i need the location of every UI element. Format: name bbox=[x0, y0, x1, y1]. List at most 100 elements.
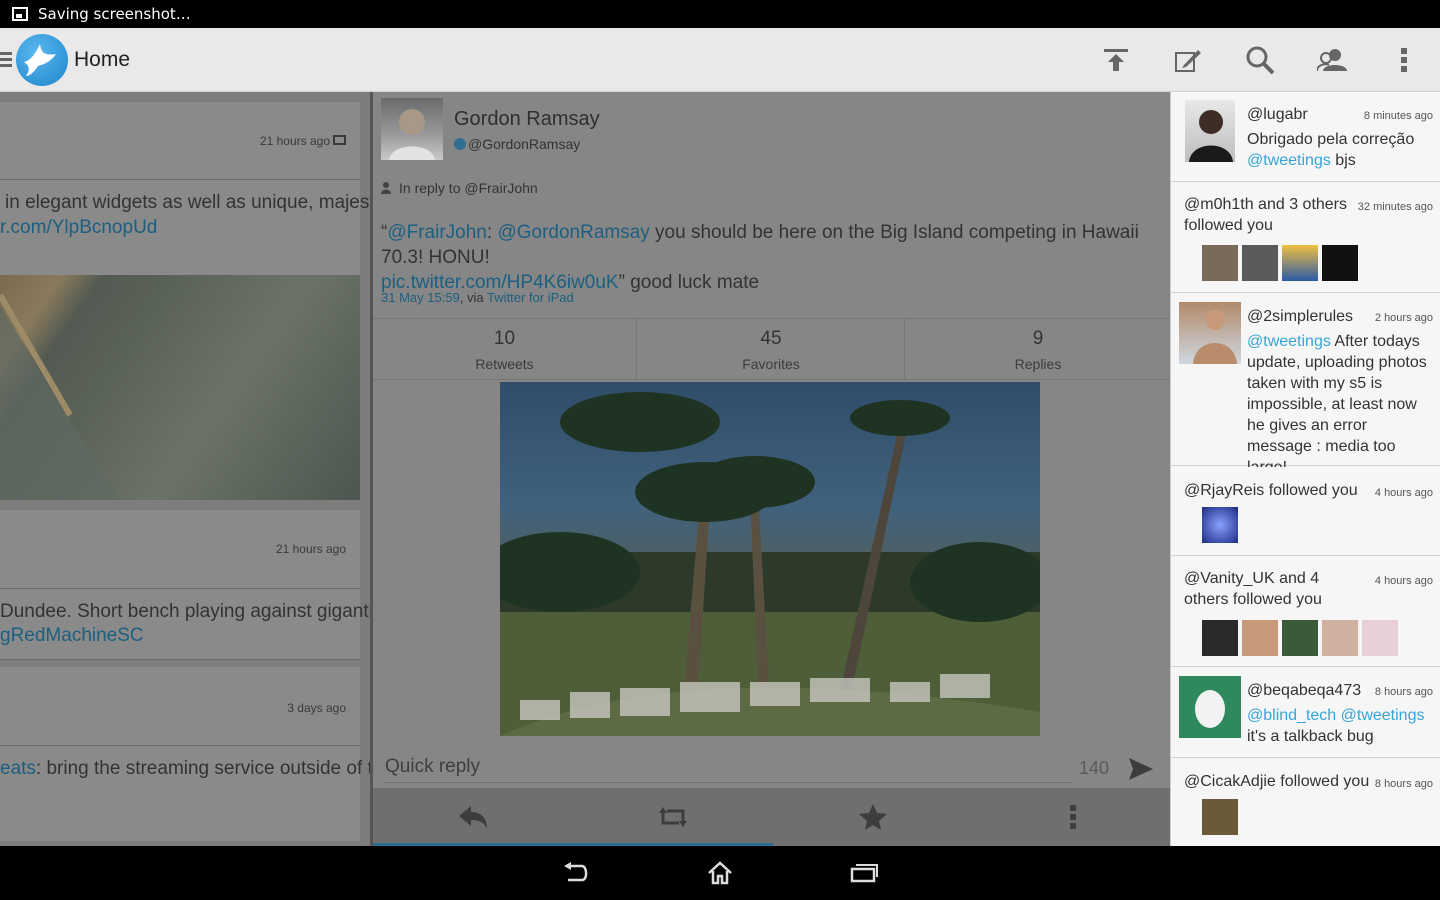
in-reply-to[interactable]: In reply to @FrairJohn bbox=[399, 180, 538, 196]
notification-user[interactable]: @lugabr bbox=[1247, 104, 1308, 125]
tweet-text: eats: bring the streaming service outsid… bbox=[0, 758, 370, 779]
follower-avatar[interactable] bbox=[1202, 799, 1238, 835]
reply-users-icon bbox=[381, 182, 391, 194]
tweet-card[interactable]: Dundee. Short bench playing against giga… bbox=[0, 589, 370, 659]
retweets-stat[interactable]: 10 Retweets bbox=[373, 318, 637, 380]
follower-avatar[interactable] bbox=[1242, 620, 1278, 656]
tweet-link[interactable]: gRedMachineSC bbox=[0, 625, 144, 647]
follower-avatar[interactable] bbox=[1202, 507, 1238, 543]
tweet-card[interactable]: 21 hours ago bbox=[0, 510, 360, 588]
retweet-button[interactable] bbox=[573, 788, 773, 846]
notification-user[interactable]: @beqabeqa473 bbox=[1247, 680, 1361, 701]
char-count: 140 bbox=[1079, 758, 1110, 778]
app-logo-icon[interactable] bbox=[16, 33, 68, 86]
mention-link[interactable]: @blind_tech @tweetings bbox=[1247, 707, 1424, 724]
reply-icon bbox=[459, 806, 487, 828]
notification-item[interactable]: @m0h1th and 3 others followed you 32 min… bbox=[1171, 183, 1440, 293]
notification-text: @tweetings After todays update, uploadin… bbox=[1247, 333, 1427, 476]
tweet-card[interactable]: in elegant widgets as well as unique, ma… bbox=[0, 180, 370, 275]
tweet-card[interactable]: 3 days ago bbox=[0, 667, 360, 745]
notification-text: @CicakAdjie followed you bbox=[1184, 773, 1370, 790]
retweet-icon bbox=[659, 807, 687, 827]
more-button[interactable] bbox=[973, 788, 1173, 846]
notification-item[interactable]: @Vanity_UK and 4 others followed you 4 h… bbox=[1171, 557, 1440, 667]
mention-link[interactable]: @GordonRamsay bbox=[497, 222, 649, 243]
follower-avatar[interactable] bbox=[1282, 245, 1318, 281]
recents-button[interactable] bbox=[836, 853, 892, 893]
user-avatar[interactable] bbox=[1185, 100, 1235, 162]
notification-item[interactable]: @beqabeqa473 8 hours ago @blind_tech @tw… bbox=[1171, 668, 1440, 758]
tweet-time: 21 hours ago bbox=[275, 542, 346, 556]
tweet-time: 3 days ago bbox=[287, 701, 346, 715]
tweet-link[interactable]: r.com/YlpBcnopUd bbox=[0, 217, 157, 239]
follower-avatar[interactable] bbox=[1362, 620, 1398, 656]
compose-icon[interactable] bbox=[1152, 28, 1224, 92]
home-icon bbox=[708, 861, 732, 885]
author-name[interactable]: Gordon Ramsay bbox=[454, 108, 600, 131]
favorites-stat[interactable]: 45 Favorites bbox=[638, 318, 905, 380]
notification-item[interactable]: @lugabr 8 minutes ago Obrigado pela corr… bbox=[1171, 92, 1440, 182]
notification-text: @Vanity_UK and 4 others followed you bbox=[1184, 570, 1322, 608]
mention-link[interactable]: @tweetings bbox=[1247, 152, 1331, 169]
follower-avatar[interactable] bbox=[1202, 245, 1238, 281]
send-icon[interactable] bbox=[1129, 758, 1153, 780]
tweet-photo[interactable] bbox=[500, 382, 1040, 736]
client-link[interactable]: Twitter for iPad bbox=[487, 290, 574, 305]
notification-item[interactable]: @RjayReis followed you 4 hours ago bbox=[1171, 467, 1440, 556]
quick-reply-input[interactable]: Quick reply bbox=[385, 756, 480, 778]
recents-icon bbox=[850, 864, 878, 883]
screenshot-icon bbox=[12, 7, 28, 21]
author-avatar[interactable] bbox=[381, 98, 443, 160]
notifications-panel: @lugabr 8 minutes ago Obrigado pela corr… bbox=[1170, 92, 1440, 846]
notification-text: Obrigado pela correção @tweetings bjs bbox=[1247, 131, 1415, 169]
media-icon bbox=[333, 135, 346, 145]
notification-item[interactable]: @CicakAdjie followed you 8 hours ago bbox=[1171, 759, 1440, 846]
user-avatar[interactable] bbox=[1179, 302, 1241, 364]
status-bar: Saving screenshot… bbox=[0, 0, 1440, 28]
tweet-body: “@FrairJohn: @GordonRamsay you should be… bbox=[381, 222, 1139, 293]
notification-text: @RjayReis followed you bbox=[1184, 482, 1358, 499]
mention-link[interactable]: @FrairJohn bbox=[387, 222, 487, 243]
tweet-card[interactable]: 21 hours ago bbox=[0, 102, 360, 179]
action-bar: Home bbox=[0, 28, 1440, 92]
notification-text: @m0h1th and 3 others followed you bbox=[1184, 196, 1348, 234]
tweet-text: Dundee. Short bench playing against giga… bbox=[0, 601, 370, 622]
back-icon bbox=[564, 862, 588, 882]
overflow-menu-icon[interactable] bbox=[1368, 28, 1440, 92]
follower-avatar[interactable] bbox=[1282, 620, 1318, 656]
follower-avatar[interactable] bbox=[1202, 620, 1238, 656]
follower-avatar[interactable] bbox=[1322, 620, 1358, 656]
user-avatar[interactable] bbox=[1179, 676, 1241, 738]
mention-link[interactable]: @tweetings bbox=[1247, 333, 1331, 350]
accounts-icon[interactable] bbox=[1296, 28, 1368, 92]
status-text: Saving screenshot… bbox=[38, 5, 191, 23]
follower-avatar[interactable] bbox=[1242, 245, 1278, 281]
author-handle[interactable]: @GordonRamsay bbox=[468, 136, 580, 152]
tweet-image[interactable] bbox=[0, 275, 360, 500]
favorite-button[interactable] bbox=[773, 788, 973, 846]
system-nav-bar bbox=[0, 846, 1440, 900]
replies-stat[interactable]: 9 Replies bbox=[906, 318, 1170, 380]
notification-text: @blind_tech @tweetings it's a talkback b… bbox=[1247, 707, 1425, 745]
scroll-top-icon[interactable] bbox=[1080, 28, 1152, 92]
tweet-time: 21 hours ago bbox=[259, 134, 330, 148]
search-icon[interactable] bbox=[1224, 28, 1296, 92]
date-link[interactable]: 31 May 15:59 bbox=[381, 290, 460, 305]
notification-item[interactable]: @2simplerules 2 hours ago @tweetings Aft… bbox=[1171, 294, 1440, 476]
home-button[interactable] bbox=[692, 853, 748, 893]
reply-button[interactable] bbox=[373, 788, 573, 846]
drawer-menu-icon[interactable] bbox=[0, 52, 12, 67]
page-title: Home bbox=[74, 47, 131, 71]
tweet-meta: 31 May 15:59, via Twitter for iPad bbox=[381, 290, 574, 305]
tweet-detail-panel: Gordon Ramsay @GordonRamsay In reply to … bbox=[370, 92, 1173, 846]
star-icon bbox=[859, 804, 887, 830]
tweet-link[interactable]: eats bbox=[0, 758, 36, 779]
timeline-panel: 21 hours ago in elegant widgets as well … bbox=[0, 92, 370, 846]
tweet-card[interactable]: eats: bring the streaming service outsid… bbox=[0, 746, 370, 841]
follower-avatar[interactable] bbox=[1322, 245, 1358, 281]
notification-user[interactable]: @2simplerules bbox=[1247, 306, 1353, 327]
tweet-text: in elegant widgets as well as unique, ma… bbox=[5, 192, 370, 213]
back-button[interactable] bbox=[548, 853, 604, 893]
overflow-icon bbox=[1070, 805, 1076, 829]
verified-icon bbox=[454, 138, 466, 150]
